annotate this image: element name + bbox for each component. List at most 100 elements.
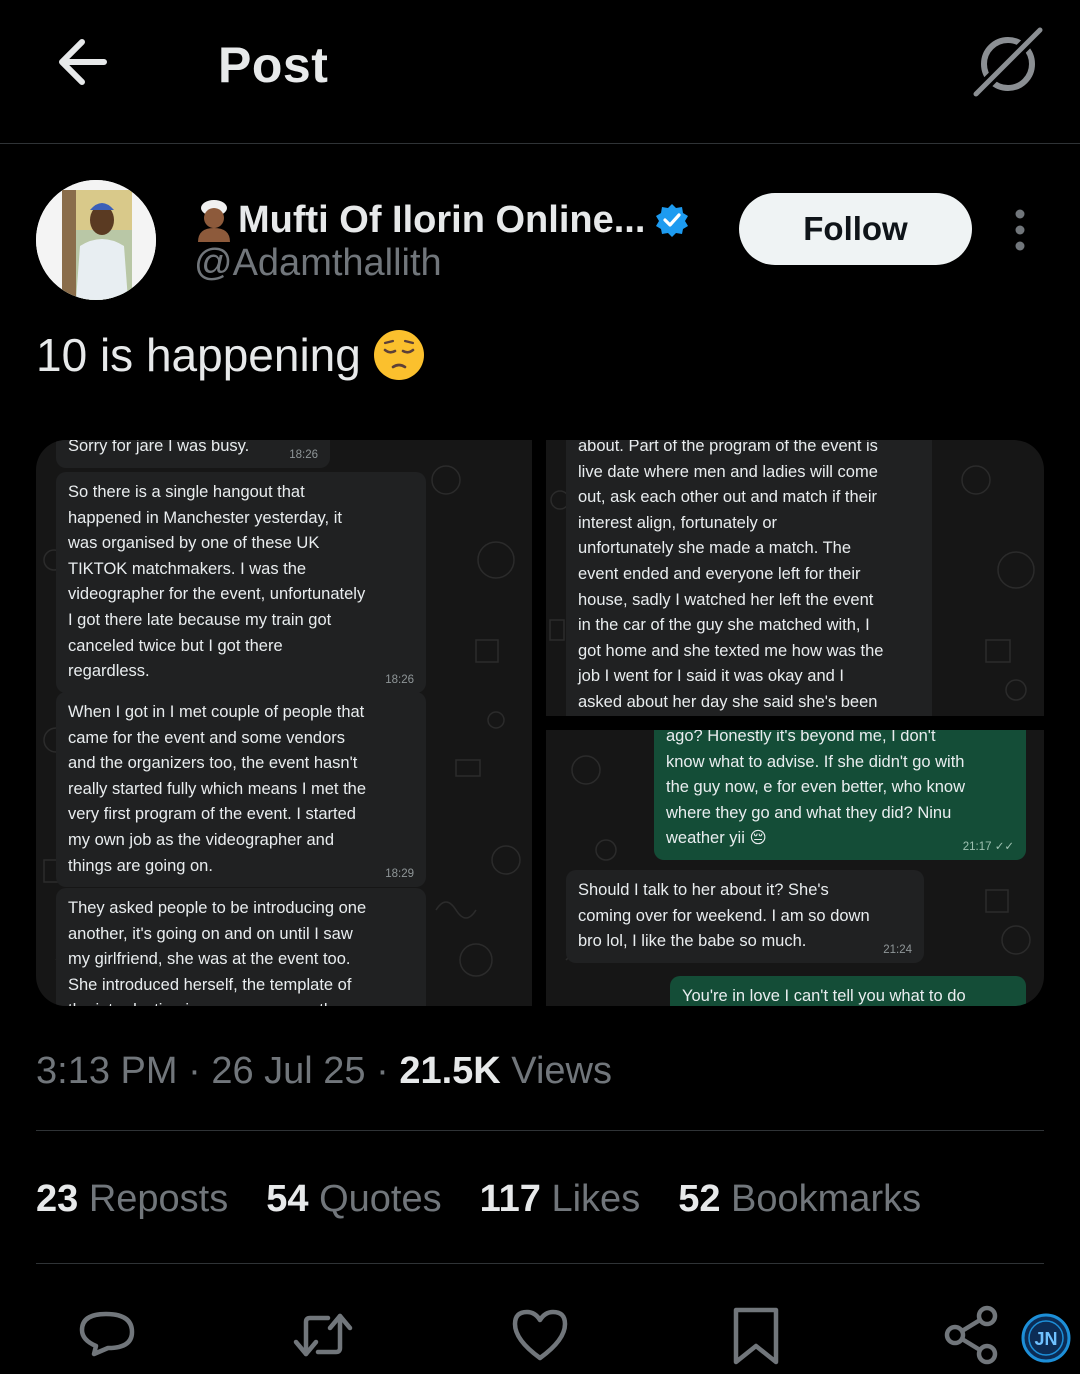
- message-line: regardless.: [68, 662, 150, 681]
- bookmark-icon[interactable]: [725, 1304, 787, 1366]
- message-line: very first program of the event. I start…: [68, 805, 356, 824]
- chat-screenshot-left[interactable]: Sorry for jare I was busy. 18:26 So there …: [36, 440, 532, 1006]
- message-line: and the organizers too, the event hasn't: [68, 754, 358, 773]
- views-label: Views: [500, 1050, 612, 1092]
- message-line: They asked people to be introducing one: [68, 899, 367, 917]
- tweet-text: 10 is happening: [36, 328, 425, 382]
- message-line: TIKTOK matchmakers. I was the: [68, 559, 307, 578]
- message-line: was organised by one of these UK: [68, 534, 320, 553]
- message-line: canceled twice but I got there: [68, 636, 283, 655]
- incoming-message-bubble[interactable]: So there is a single hangout that happene…: [56, 472, 426, 693]
- like-icon[interactable]: [509, 1304, 571, 1366]
- divider: [36, 1263, 1044, 1264]
- likes-label: Likes: [540, 1178, 641, 1220]
- message-line: interest align, fortunately or: [578, 513, 778, 532]
- reposts-stat[interactable]: 23 Reposts: [36, 1178, 228, 1222]
- meta-separator: ·: [177, 1050, 212, 1092]
- incoming-message-bubble[interactable]: They asked people to be introducing one a…: [56, 888, 426, 1006]
- post-time: 3:13 PM: [36, 1050, 178, 1092]
- repost-icon[interactable]: [292, 1304, 354, 1366]
- more-vertical-icon[interactable]: [1008, 208, 1032, 252]
- follow-button[interactable]: Follow: [739, 193, 972, 265]
- outgoing-message-bubble[interactable]: You're in love I can't tell you what to …: [670, 976, 1026, 1006]
- message-line: She introduced herself, the template of: [68, 975, 352, 994]
- bookmarks-count: 52: [678, 1178, 721, 1220]
- tweet-body: 10 is happening: [36, 329, 361, 381]
- incoming-message-bubble[interactable]: about. Part of the program of the event …: [566, 440, 932, 716]
- quotes-count: 54: [266, 1178, 309, 1220]
- author-name-row[interactable]: Mufti Of Ilorin Online...: [194, 196, 689, 244]
- arrow-left-icon[interactable]: [54, 34, 114, 90]
- message-line: coming over for weekend. I am so down: [578, 906, 870, 925]
- message-line: got home and she texted me how was the: [578, 641, 884, 660]
- message-line: When I got in I met couple of people tha…: [68, 703, 365, 721]
- message-line: where they go and what they did? Ninu: [666, 803, 952, 822]
- message-line: came for the event and some vendors: [68, 728, 345, 747]
- bookmarks-label: Bookmarks: [720, 1178, 922, 1220]
- message-timestamp: 21:17 ✓✓: [962, 840, 1014, 853]
- incoming-message-bubble[interactable]: Should I talk to her about it? She's comi…: [566, 870, 924, 963]
- top-bar: Post: [0, 0, 1080, 144]
- verified-badge-icon: [656, 204, 689, 237]
- reposts-label: Reposts: [78, 1178, 229, 1220]
- message-line: unfortunately she made a match. The: [578, 539, 852, 558]
- incoming-message-bubble[interactable]: Sorry for jare I was busy. 18:26: [56, 440, 330, 468]
- message-timestamp: 18:26: [289, 448, 318, 461]
- watermark-text: JN: [1034, 1329, 1057, 1349]
- message-timestamp: 18:29: [385, 868, 414, 881]
- avatar-photo: [36, 180, 156, 300]
- message-line: in the car of the guy she matched with, …: [578, 616, 870, 635]
- incoming-message-bubble[interactable]: When I got in I met couple of people tha…: [56, 692, 426, 888]
- message-line: really started fully which means I met t…: [68, 779, 367, 798]
- pensive-face-emoji-icon: [373, 330, 424, 380]
- author-handle[interactable]: @Adamthallith: [194, 242, 442, 285]
- message-line: Should I talk to her about it? She's: [578, 881, 829, 899]
- outgoing-message-bubble[interactable]: ago? Honestly it's beyond me, I don't kno…: [654, 730, 1026, 860]
- message-line: my own job as the videographer and: [68, 830, 334, 849]
- reposts-count: 23: [36, 1178, 79, 1220]
- quotes-stat[interactable]: 54 Quotes: [266, 1178, 441, 1222]
- bookmarks-stat[interactable]: 52 Bookmarks: [678, 1178, 921, 1222]
- grok-icon[interactable]: [970, 26, 1046, 98]
- post-date: 26 Jul 25: [211, 1050, 366, 1092]
- tweet-media[interactable]: Sorry for jare I was busy. 18:26 So there …: [36, 440, 1044, 1006]
- message-line: happened in Manchester yesterday, it: [68, 508, 342, 527]
- message-line: I got there late because my train got: [68, 610, 332, 629]
- message-line: about. Part of the program of the event …: [578, 440, 878, 455]
- message-line: bro lol, I like the babe so much.: [578, 932, 807, 951]
- message-line: videographer for the event, unfortunatel…: [68, 585, 366, 604]
- chat-screenshot-right-top[interactable]: about. Part of the program of the event …: [546, 440, 1044, 716]
- author-name: Mufti Of Ilorin Online...: [238, 198, 646, 241]
- message-line: You're in love I can't tell you what to …: [682, 987, 966, 1005]
- message-line: the introduction is say your name, the: [68, 998, 414, 1006]
- likes-count: 117: [479, 1178, 541, 1220]
- page-title: Post: [218, 37, 329, 93]
- engagement-stats: 23 Reposts 54 Quotes 117 Likes 52 Bookma…: [36, 1178, 959, 1222]
- meta-separator: ·: [365, 1050, 400, 1092]
- message-line: live date where men and ladies will come: [578, 462, 878, 481]
- reply-icon[interactable]: [76, 1304, 138, 1366]
- message-line: Sorry for jare I was busy.: [68, 440, 250, 455]
- message-line: know what to advise. If she didn't go wi…: [666, 752, 965, 771]
- person-wearing-turban-emoji-icon: [198, 200, 230, 242]
- message-timestamp: 18:26: [385, 673, 414, 686]
- chat-screenshot-right-bottom[interactable]: ago? Honestly it's beyond me, I don't kno…: [546, 730, 1044, 1006]
- views-count: 21.5K: [399, 1050, 501, 1092]
- message-line: another, it's going on and on until I sa…: [68, 924, 353, 943]
- message-line: the guy now, e for even better, who know: [666, 778, 966, 797]
- divider: [36, 1130, 1044, 1131]
- tweet-meta: 3:13 PM · 26 Jul 25 · 21.5K Views: [36, 1050, 612, 1093]
- share-icon[interactable]: [941, 1304, 1003, 1366]
- likes-stat[interactable]: 117 Likes: [480, 1178, 641, 1222]
- message-line: So there is a single hangout that: [68, 483, 305, 501]
- avatar[interactable]: [36, 180, 156, 300]
- message-line: asked about her day she said she's been: [578, 692, 878, 711]
- message-line: things are going on.: [68, 856, 213, 875]
- message-timestamp: 21:24: [883, 943, 912, 956]
- message-line: event ended and everyone left for their: [578, 564, 861, 583]
- message-line: ago? Honestly it's beyond me, I don't: [666, 730, 936, 745]
- message-line: house, sadly I watched her left the even…: [578, 590, 874, 609]
- quotes-label: Quotes: [308, 1178, 442, 1220]
- message-line: job I went for I said it was okay and I: [578, 667, 844, 686]
- watermark-logo: JN: [1021, 1313, 1071, 1363]
